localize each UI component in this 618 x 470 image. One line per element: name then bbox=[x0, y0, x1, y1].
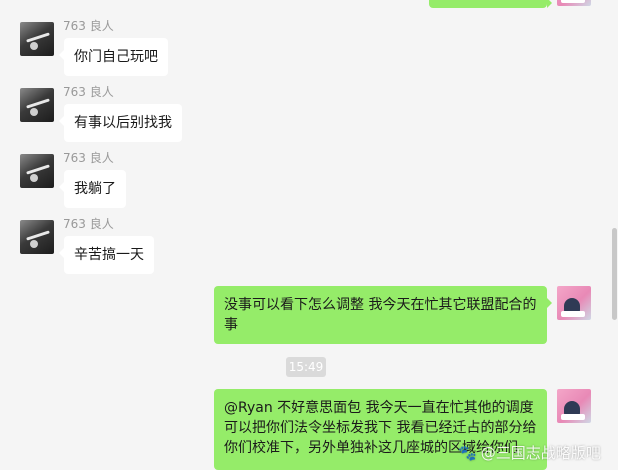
sender-avatar[interactable] bbox=[20, 88, 54, 122]
sender-name: 763 良人 bbox=[63, 217, 114, 231]
sender-name: 763 良人 bbox=[63, 19, 114, 33]
watermark: 🐾 @三国志战略版吧 bbox=[458, 442, 601, 463]
message-bubble[interactable]: 我躺了 bbox=[59, 170, 126, 208]
my-avatar[interactable] bbox=[557, 286, 591, 320]
sender-avatar[interactable] bbox=[20, 220, 54, 254]
sender-name: 763 良人 bbox=[63, 85, 114, 99]
partial-outgoing-bubble bbox=[429, 0, 552, 8]
outgoing-message-bubble[interactable]: 没事可以看下怎么调整 我今天在忙其它联盟配合的事 bbox=[214, 286, 552, 344]
watermark-text: @三国志战略版吧 bbox=[480, 444, 601, 462]
sender-name: 763 良人 bbox=[63, 151, 114, 165]
my-avatar[interactable] bbox=[557, 389, 591, 423]
message-bubble[interactable]: 有事以后别找我 bbox=[59, 104, 182, 142]
my-avatar[interactable] bbox=[557, 0, 591, 6]
sender-avatar[interactable] bbox=[20, 22, 54, 56]
sender-avatar[interactable] bbox=[20, 154, 54, 188]
timestamp: 15:49 bbox=[286, 357, 326, 377]
scrollbar-thumb[interactable] bbox=[612, 228, 617, 320]
message-bubble[interactable]: 辛苦搞一天 bbox=[59, 236, 154, 274]
paw-icon: 🐾 bbox=[458, 443, 477, 462]
message-bubble[interactable]: 你门自己玩吧 bbox=[59, 38, 168, 76]
